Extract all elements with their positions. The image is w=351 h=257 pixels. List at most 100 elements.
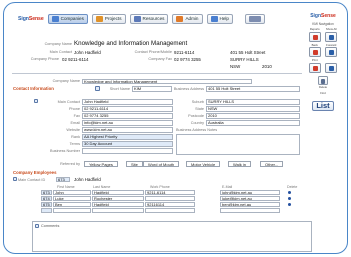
referred-word-of-mouth[interactable]: Word of Mouth <box>143 161 180 167</box>
website-field[interactable]: www.kim.net.au <box>82 127 173 133</box>
row-id-field[interactable]: 673 <box>41 190 52 196</box>
resources-icon <box>133 15 141 22</box>
comments-area[interactable]: Comments <box>32 221 312 252</box>
reports-button[interactable]: Reports <box>308 27 322 42</box>
row-first-name-field[interactable]: John <box>53 190 91 196</box>
row-last-name-field[interactable]: Hadfield <box>92 190 144 196</box>
top-navigation: SignSense Companies Projects Resources A… <box>18 13 265 24</box>
suburb-field[interactable]: SURRY HILLS <box>206 99 300 105</box>
referred-other[interactable]: Other... <box>260 161 284 167</box>
row-last-name-field[interactable]: Hadfield <box>92 202 144 208</box>
nav-extra-button[interactable] <box>244 13 265 24</box>
nav-help-button[interactable]: Help <box>206 13 233 24</box>
show-all-icon <box>325 31 338 42</box>
nav-admin-button[interactable]: Admin <box>172 13 203 24</box>
address-notes-field[interactable] <box>176 134 300 155</box>
row-last-name-field[interactable]: Rochester <box>92 196 144 202</box>
find-label: Find <box>320 90 326 95</box>
website-label: Website <box>66 128 80 132</box>
show-all-button[interactable]: Show All <box>325 27 339 42</box>
row-email-field[interactable]: luke@kim.net.au <box>220 196 280 202</box>
header-address-postcode: 2010 <box>262 63 272 69</box>
main-contact-field[interactable]: John Hadfield <box>82 99 173 105</box>
header-company-name-label: Company Name <box>44 42 72 46</box>
delete-record-button[interactable]: Delete <box>305 75 341 89</box>
main-contact-label: Main Contact <box>57 100 80 104</box>
back-icon <box>308 47 321 57</box>
right-sidebar: SignSense KMI Navigation Reports Show Al… <box>305 10 341 160</box>
postcode-field[interactable]: 2010 <box>206 113 300 119</box>
projects-icon <box>95 15 103 22</box>
phone-field[interactable]: 02 9211-6114 <box>82 106 173 112</box>
row-email-field[interactable]: ben@kim.net.au <box>220 202 280 208</box>
row-phone-field[interactable]: 92116114 <box>145 202 195 208</box>
row-id-field[interactable]: 675 <box>41 202 52 208</box>
sidebar-logo: SignSense <box>310 13 336 19</box>
company-name-field[interactable]: Knowledge and Information Management <box>82 78 252 84</box>
nav-companies-button[interactable]: Companies <box>47 13 88 24</box>
row-id-field[interactable] <box>41 208 52 214</box>
referred-motor-vehicle[interactable]: Motor Vehicle <box>186 161 221 167</box>
phone-label: Phone <box>69 107 80 111</box>
referred-by-label: Referred by <box>60 162 80 166</box>
back-button[interactable]: Back <box>308 43 322 57</box>
header-last-name: Last Name <box>93 185 111 189</box>
delete-row-icon[interactable] <box>288 191 291 194</box>
sidebar-title: KMI Navigation <box>312 22 334 26</box>
row-email-field[interactable] <box>220 208 280 214</box>
header-company-phone: 02 9211-6114 <box>62 56 89 62</box>
header-delete: Delete <box>287 185 298 189</box>
country-field[interactable]: Australia <box>206 120 300 126</box>
fax-label: Fax <box>73 114 80 118</box>
companies-icon <box>51 15 59 22</box>
rank-select[interactable]: AA Highest Priority <box>82 134 173 140</box>
row-phone-field[interactable]: 9211-6114 <box>145 190 195 196</box>
header-email: E-Mail <box>222 185 233 189</box>
reports-icon <box>308 31 321 42</box>
referred-yellow-pages[interactable]: Yellow Pages <box>84 161 118 167</box>
business-address-field[interactable]: 401 55 Holt Street <box>206 86 300 92</box>
delete-row-icon[interactable] <box>288 203 291 206</box>
row-phone-field[interactable] <box>145 196 195 202</box>
short-name-field[interactable]: KIM <box>132 86 172 92</box>
row-id-field[interactable]: 674 <box>41 196 52 202</box>
row-first-name-field[interactable]: Luke <box>53 196 91 202</box>
list-button[interactable]: List <box>312 100 334 111</box>
header-address-line2: SURRY HILLS <box>230 56 259 62</box>
email-field[interactable]: info@kim.net.au <box>82 120 173 126</box>
forward-icon <box>325 47 338 57</box>
header-contact-phone: 9211-6114 <box>174 49 195 55</box>
fax-field[interactable]: 02 9774 3255 <box>82 113 173 119</box>
nav-projects-button[interactable]: Projects <box>91 13 126 24</box>
comments-label: Comments <box>41 224 60 228</box>
state-field[interactable]: NSW <box>206 106 300 112</box>
row-email-field[interactable]: john@kim.net.au <box>220 190 280 196</box>
nav-resources-button[interactable]: Resources <box>129 13 169 24</box>
referred-site[interactable]: Site <box>126 161 143 167</box>
document-button[interactable] <box>325 59 339 73</box>
main-contact-id-label: Main Contact ID <box>18 178 46 182</box>
help-icon <box>210 15 218 22</box>
trash-icon <box>318 75 328 85</box>
header-company-fax-label: Company Fax <box>148 57 172 61</box>
settings-icon <box>248 15 261 22</box>
header-company-phone-label: Company Phone <box>30 57 59 61</box>
suburb-label: Suburb <box>191 100 204 104</box>
row-phone-field[interactable] <box>145 208 195 214</box>
row-first-name-field[interactable] <box>53 208 91 214</box>
header-divider <box>12 73 302 74</box>
terms-select[interactable]: 30 Day Account <box>82 141 173 147</box>
print-button[interactable]: Print <box>308 58 322 73</box>
employee-icon <box>13 177 17 181</box>
header-contact-phone-label: Contact Phone/Mobile <box>134 50 172 54</box>
referred-walk-in[interactable]: Walk in <box>228 161 251 167</box>
delete-row-icon[interactable] <box>288 197 291 200</box>
row-first-name-field[interactable]: Ben <box>53 202 91 208</box>
header-company-name: Knowledge and Information Management <box>74 39 188 47</box>
business-number-field[interactable] <box>82 148 173 154</box>
header-first-name: First Name <box>57 185 75 189</box>
main-contact-id-field[interactable]: 673 <box>56 177 70 183</box>
app-window: SignSense Companies Projects Resources A… <box>3 2 348 254</box>
row-last-name-field[interactable] <box>92 208 144 214</box>
forward-button[interactable]: Forward <box>325 43 339 57</box>
